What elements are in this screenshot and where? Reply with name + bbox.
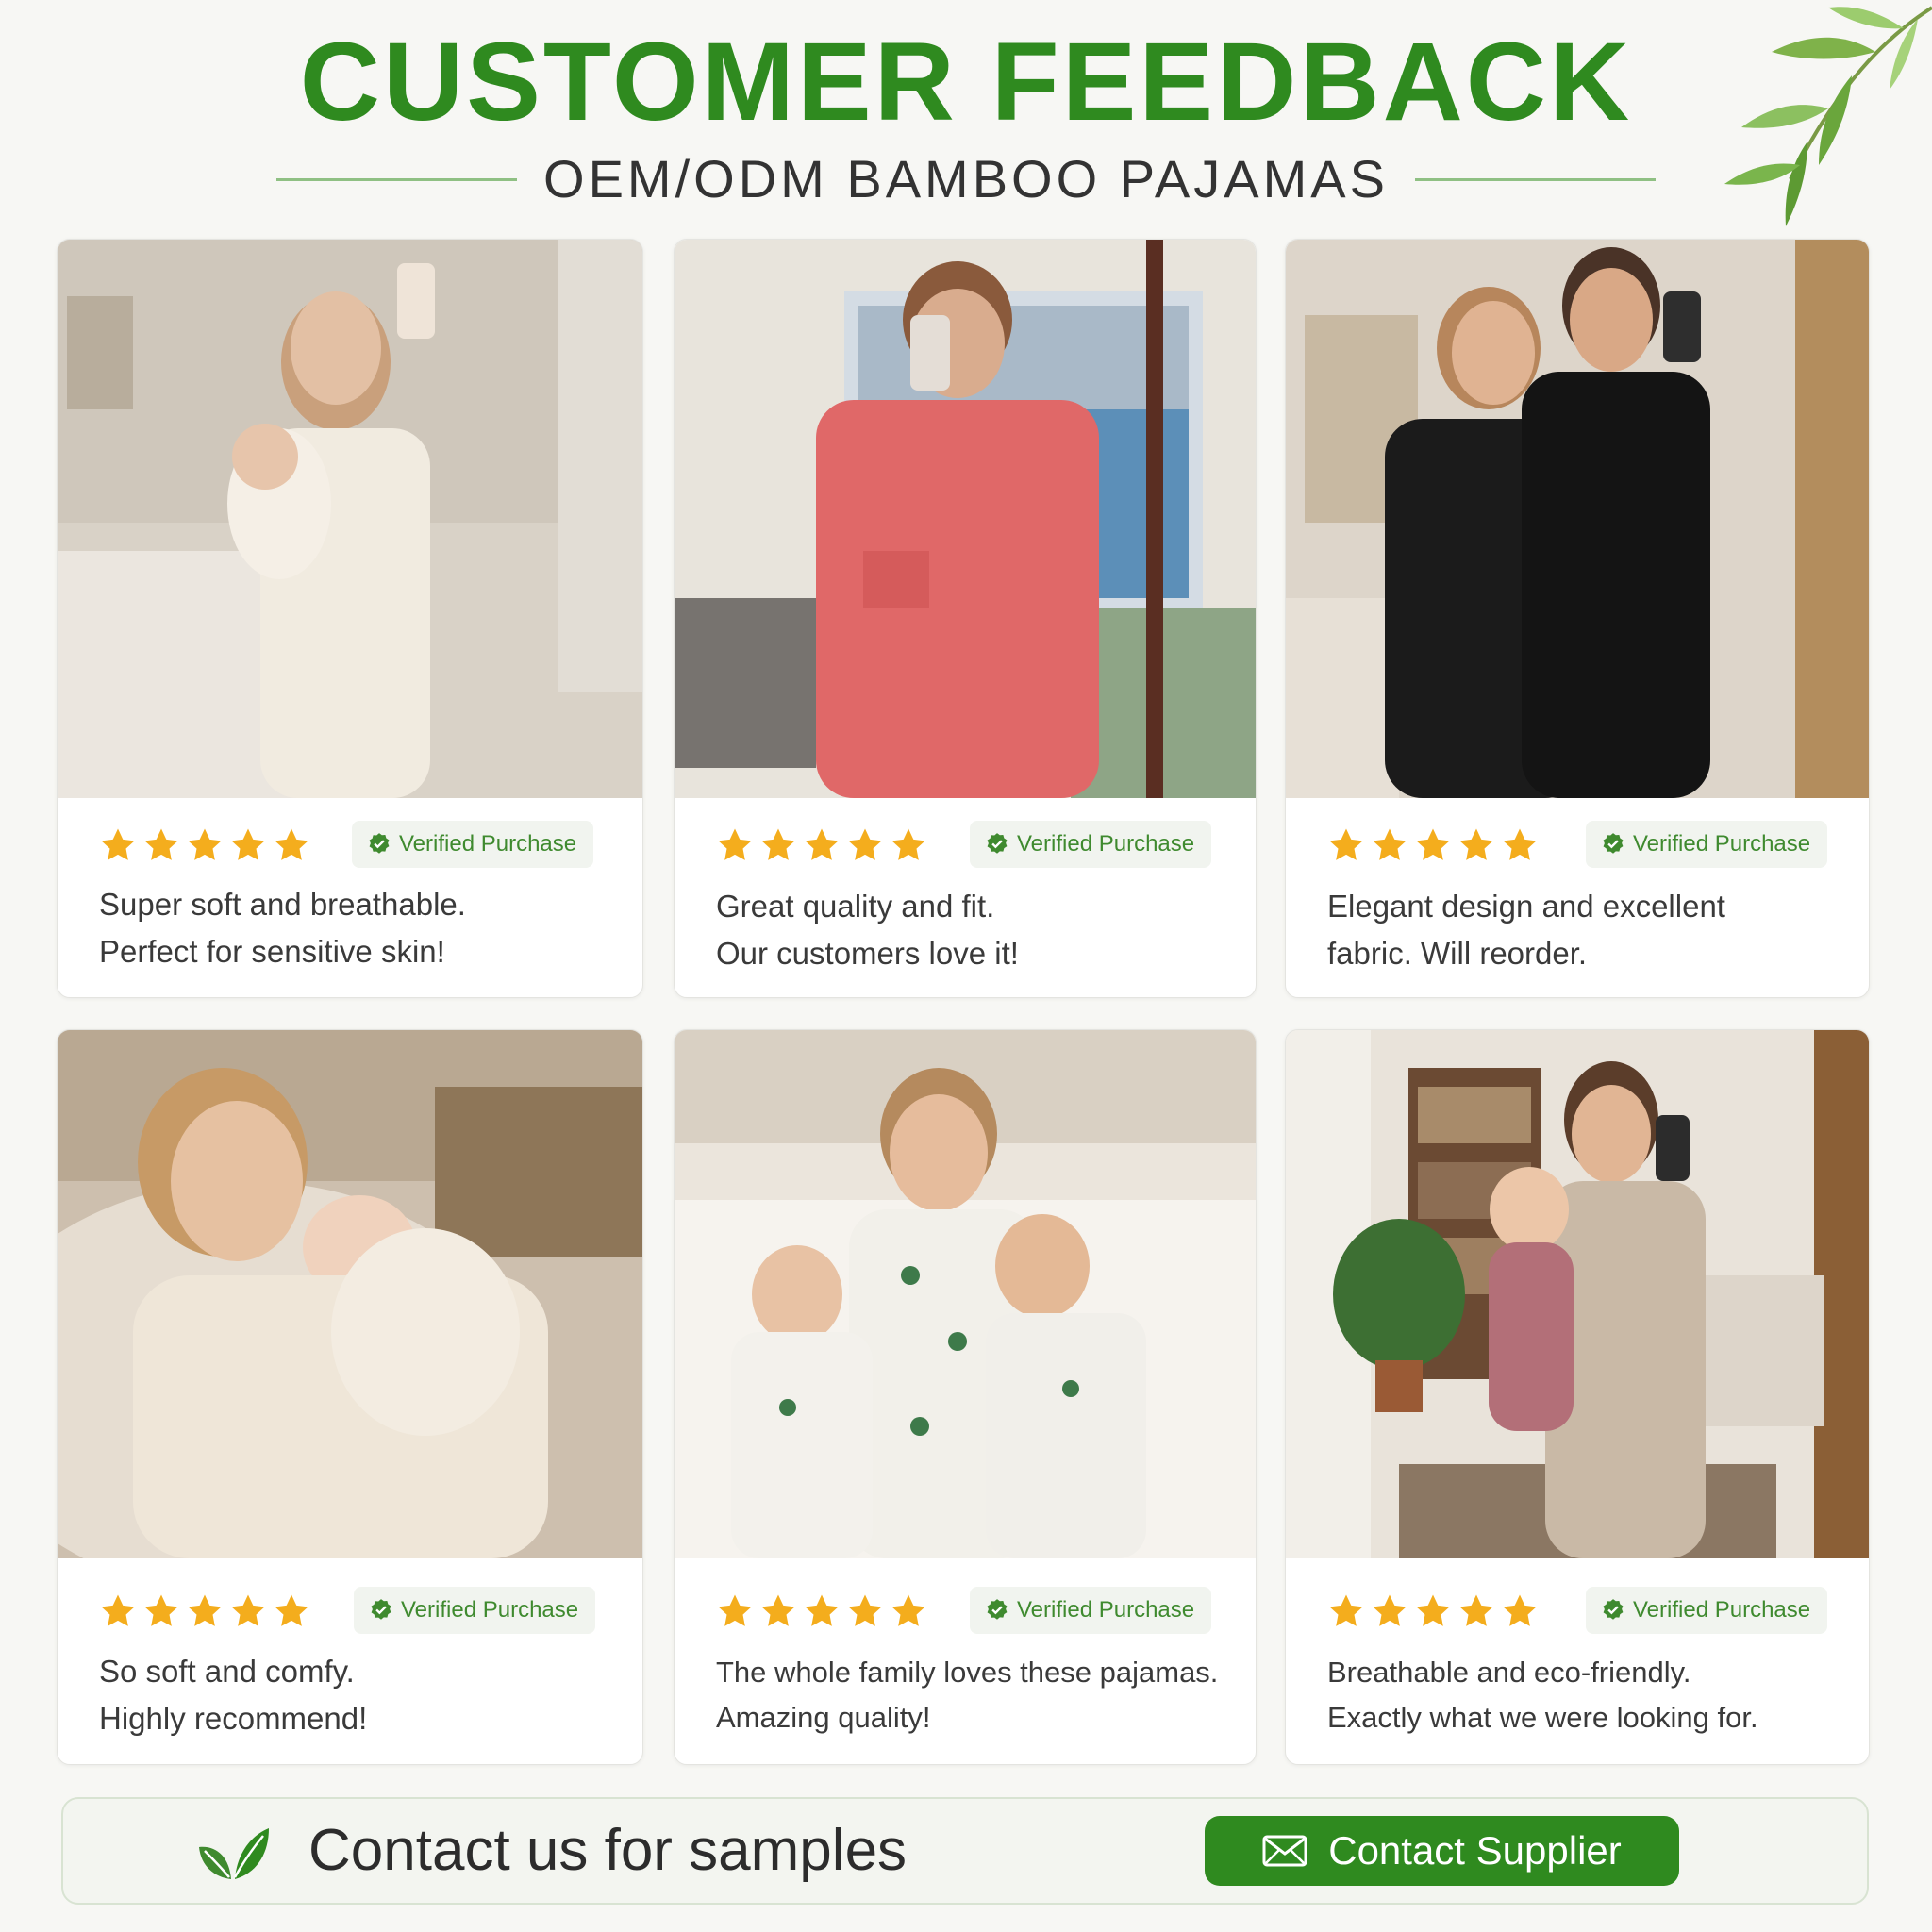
star-icon <box>1503 828 1537 860</box>
star-icon <box>144 1594 178 1626</box>
verified-badge-1: Verified Purchase <box>352 821 594 868</box>
verified-label: Verified Purchase <box>1017 1597 1195 1623</box>
contact-bar: Contact us for samples Contact Supplier <box>61 1797 1869 1905</box>
star-icon <box>1459 1594 1493 1626</box>
review-line: Highly recommend! <box>99 1701 368 1736</box>
verified-badge-4: Verified Purchase <box>354 1587 596 1634</box>
verified-check-icon <box>371 1599 391 1620</box>
verified-badge-6: Verified Purchase <box>1586 1587 1828 1634</box>
page-subtitle: OEM/ODM BAMBOO PAJAMAS <box>543 149 1389 208</box>
star-rating-2 <box>716 826 927 864</box>
star-icon <box>1373 828 1407 860</box>
star-icon <box>718 1594 752 1626</box>
customer-photo-5 <box>675 1030 1256 1558</box>
verified-label: Verified Purchase <box>401 1597 579 1623</box>
star-rating-4 <box>99 1592 310 1630</box>
star-icon <box>848 828 882 860</box>
star-icon <box>144 828 178 860</box>
review-text-1: Super soft and breathable. Perfect for s… <box>99 881 614 975</box>
review-card-6: Verified Purchase Breathable and eco-fri… <box>1285 1029 1870 1765</box>
star-rating-3 <box>1327 826 1539 864</box>
star-icon <box>805 1594 839 1626</box>
mail-icon <box>1262 1835 1307 1867</box>
review-card-3: Verified Purchase Elegant design and exc… <box>1285 239 1870 998</box>
star-icon <box>188 828 222 860</box>
customer-photo-2 <box>675 240 1256 798</box>
review-text-5: The whole family loves these pajamas. Am… <box>716 1650 1227 1740</box>
star-icon <box>1373 1594 1407 1626</box>
star-rating-1 <box>99 826 310 864</box>
review-text-4: So soft and comfy. Highly recommend! <box>99 1648 614 1742</box>
leaf-icon <box>199 1828 269 1879</box>
review-card-5: Verified Purchase The whole family loves… <box>674 1029 1257 1765</box>
verified-check-icon <box>987 833 1008 854</box>
review-line: The whole family loves these pajamas. <box>716 1656 1219 1689</box>
star-icon <box>231 1594 265 1626</box>
review-text-6: Breathable and eco-friendly. Exactly wha… <box>1327 1650 1840 1740</box>
page-title: CUSTOMER FEEDBACK <box>299 20 1633 144</box>
star-icon <box>718 828 752 860</box>
star-icon <box>188 1594 222 1626</box>
star-icon <box>1503 1594 1537 1626</box>
star-icon <box>891 828 925 860</box>
divider-right <box>1414 177 1656 181</box>
star-icon <box>1329 828 1363 860</box>
verified-label: Verified Purchase <box>1017 831 1195 857</box>
contact-supplier-label: Contact Supplier <box>1328 1828 1622 1873</box>
star-icon <box>1416 828 1450 860</box>
star-icon <box>101 1594 135 1626</box>
star-icon <box>101 828 135 860</box>
verified-badge-5: Verified Purchase <box>970 1587 1212 1634</box>
review-line: Amazing quality! <box>716 1701 931 1734</box>
contact-prompt: Contact us for samples <box>308 1818 908 1883</box>
review-line: Our customers love it! <box>716 936 1019 971</box>
star-icon <box>231 828 265 860</box>
star-icon <box>1459 828 1493 860</box>
subtitle-row: OEM/ODM BAMBOO PAJAMAS <box>0 151 1932 208</box>
verified-label: Verified Purchase <box>1633 1597 1811 1623</box>
star-icon <box>761 828 795 860</box>
star-rating-6 <box>1327 1592 1539 1630</box>
customer-photo-4 <box>58 1030 642 1558</box>
review-card-4: Verified Purchase So soft and comfy. Hig… <box>57 1029 643 1765</box>
review-line: Perfect for sensitive skin! <box>99 934 445 969</box>
verified-badge-3: Verified Purchase <box>1586 821 1828 868</box>
star-icon <box>761 1594 795 1626</box>
review-text-3: Elegant design and excellent fabric. Wil… <box>1327 883 1840 977</box>
customer-photo-1 <box>58 240 642 798</box>
verified-badge-2: Verified Purchase <box>970 821 1212 868</box>
verified-check-icon <box>987 1599 1008 1620</box>
star-icon <box>275 828 308 860</box>
review-line: Great quality and fit. <box>716 889 995 924</box>
review-line: Breathable and eco-friendly. <box>1327 1656 1691 1689</box>
review-text-2: Great quality and fit. Our customers lov… <box>716 883 1227 977</box>
star-rating-5 <box>716 1592 927 1630</box>
verified-check-icon <box>1603 833 1624 854</box>
verified-check-icon <box>1603 1599 1624 1620</box>
star-icon <box>1416 1594 1450 1626</box>
review-line: fabric. Will reorder. <box>1327 936 1588 971</box>
customer-photo-3 <box>1286 240 1869 798</box>
star-icon <box>1329 1594 1363 1626</box>
contact-supplier-button[interactable]: Contact Supplier <box>1205 1816 1679 1886</box>
review-line: Super soft and breathable. <box>99 887 466 922</box>
review-line: Exactly what we were looking for. <box>1327 1701 1758 1734</box>
star-icon <box>275 1594 308 1626</box>
verified-label: Verified Purchase <box>399 831 577 857</box>
star-icon <box>848 1594 882 1626</box>
verified-check-icon <box>369 833 390 854</box>
customer-photo-6 <box>1286 1030 1869 1558</box>
star-icon <box>891 1594 925 1626</box>
bamboo-leaves-decoration <box>1724 6 1932 226</box>
review-card-1: Verified Purchase Super soft and breatha… <box>57 239 643 998</box>
review-card-2: Verified Purchase Great quality and fit.… <box>674 239 1257 998</box>
review-line: So soft and comfy. <box>99 1654 355 1689</box>
review-line: Elegant design and excellent <box>1327 889 1725 924</box>
verified-label: Verified Purchase <box>1633 831 1811 857</box>
star-icon <box>805 828 839 860</box>
divider-left <box>276 177 518 181</box>
